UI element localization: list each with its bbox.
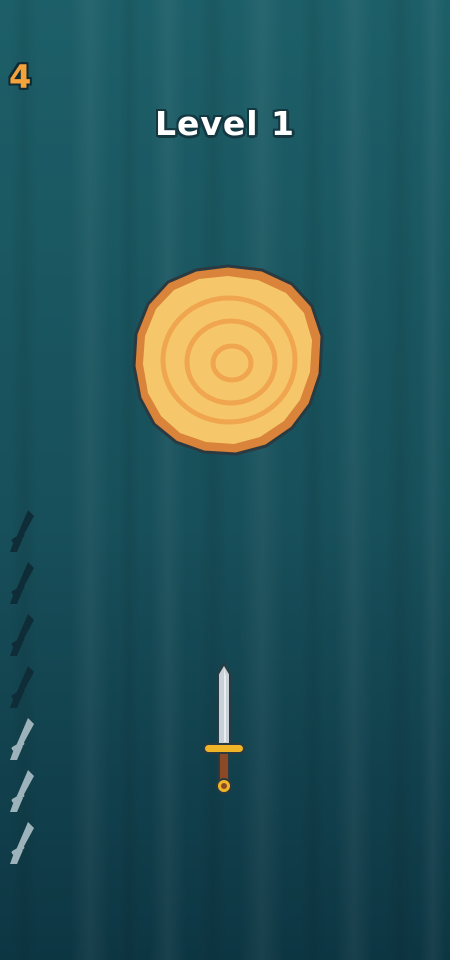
- play-field[interactable]: [0, 0, 450, 960]
- knife-counter: [10, 510, 34, 864]
- knife-silhouette-icon: [10, 562, 34, 604]
- knife-silhouette-icon: [10, 614, 34, 656]
- game-screen[interactable]: 4 Level 1: [0, 0, 450, 960]
- wood-log-icon[interactable]: [132, 264, 324, 456]
- knife-silhouette-icon: [10, 510, 34, 552]
- knife-silhouette-icon: [10, 718, 34, 760]
- knife-silhouette-icon: [10, 822, 34, 864]
- knife-silhouette-icon: [10, 666, 34, 708]
- player-knife[interactable]: [203, 663, 245, 794]
- knife-silhouette-icon: [10, 770, 34, 812]
